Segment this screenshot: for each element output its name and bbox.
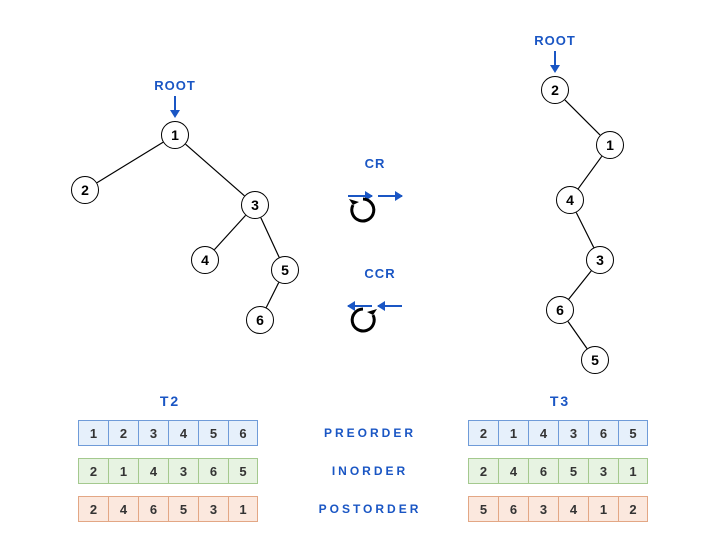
ccr-rotation-group [348, 305, 402, 307]
ccr-label: CCR [364, 266, 395, 281]
t3-postorder-row: 563412 [468, 496, 648, 522]
tree-node: 6 [246, 306, 274, 334]
root-arrow-icon [170, 96, 180, 118]
root-label-left: ROOT [154, 78, 196, 93]
tree-node: 2 [71, 176, 99, 204]
t2-label: T2 [160, 393, 180, 409]
tree-node: 5 [271, 256, 299, 284]
traversal-cell: 5 [468, 496, 498, 522]
traversal-cell: 1 [498, 420, 528, 446]
t3-preorder-row: 214365 [468, 420, 648, 446]
inorder-label: INORDER [332, 464, 408, 478]
arrow-right-icon [378, 195, 402, 197]
tree-node: 6 [546, 296, 574, 324]
tree-node: 3 [586, 246, 614, 274]
traversal-cell: 2 [468, 458, 498, 484]
tree-node: 4 [556, 186, 584, 214]
traversal-cell: 2 [108, 420, 138, 446]
t2-preorder-row: 123456 [78, 420, 258, 446]
preorder-label: PREORDER [324, 426, 416, 440]
tree-node: 2 [541, 76, 569, 104]
traversal-cell: 5 [168, 496, 198, 522]
traversal-cell: 1 [78, 420, 108, 446]
tree-node: 1 [596, 131, 624, 159]
t2-postorder-row: 246531 [78, 496, 258, 522]
traversal-cell: 5 [558, 458, 588, 484]
arrow-left-icon [378, 305, 402, 307]
traversal-cell: 6 [228, 420, 258, 446]
traversal-cell: 5 [618, 420, 648, 446]
traversal-cell: 3 [558, 420, 588, 446]
traversal-cell: 1 [588, 496, 618, 522]
traversal-cell: 3 [138, 420, 168, 446]
traversal-cell: 1 [108, 458, 138, 484]
traversal-cell: 6 [528, 458, 558, 484]
traversal-cell: 1 [618, 458, 648, 484]
traversal-cell: 4 [498, 458, 528, 484]
rotate-cw-icon [348, 195, 378, 225]
traversal-cell: 3 [168, 458, 198, 484]
traversal-cell: 4 [108, 496, 138, 522]
cr-rotation-group [348, 195, 402, 197]
traversal-cell: 2 [78, 496, 108, 522]
diagram-stage: { "labels": { "root": "ROOT", "cr": "CR"… [0, 0, 720, 540]
tree-node: 4 [191, 246, 219, 274]
traversal-cell: 2 [618, 496, 648, 522]
traversal-cell: 3 [588, 458, 618, 484]
t3-label: T3 [550, 393, 570, 409]
traversal-cell: 3 [528, 496, 558, 522]
traversal-cell: 4 [558, 496, 588, 522]
rotate-ccw-icon [348, 305, 378, 335]
traversal-cell: 6 [138, 496, 168, 522]
root-arrow-icon [550, 51, 560, 73]
traversal-cell: 1 [228, 496, 258, 522]
traversal-cell: 2 [78, 458, 108, 484]
tree-node: 3 [241, 191, 269, 219]
postorder-label: POSTORDER [319, 502, 422, 516]
traversal-cell: 6 [198, 458, 228, 484]
t2-inorder-row: 214365 [78, 458, 258, 484]
traversal-cell: 2 [468, 420, 498, 446]
traversal-cell: 6 [498, 496, 528, 522]
traversal-cell: 5 [198, 420, 228, 446]
traversal-cell: 4 [138, 458, 168, 484]
tree-node: 5 [581, 346, 609, 374]
traversal-cell: 3 [198, 496, 228, 522]
cr-label: CR [365, 156, 386, 171]
traversal-cell: 4 [528, 420, 558, 446]
traversal-cell: 4 [168, 420, 198, 446]
t3-inorder-row: 246531 [468, 458, 648, 484]
traversal-cell: 6 [588, 420, 618, 446]
root-label-right: ROOT [534, 33, 576, 48]
tree-node: 1 [161, 121, 189, 149]
traversal-cell: 5 [228, 458, 258, 484]
